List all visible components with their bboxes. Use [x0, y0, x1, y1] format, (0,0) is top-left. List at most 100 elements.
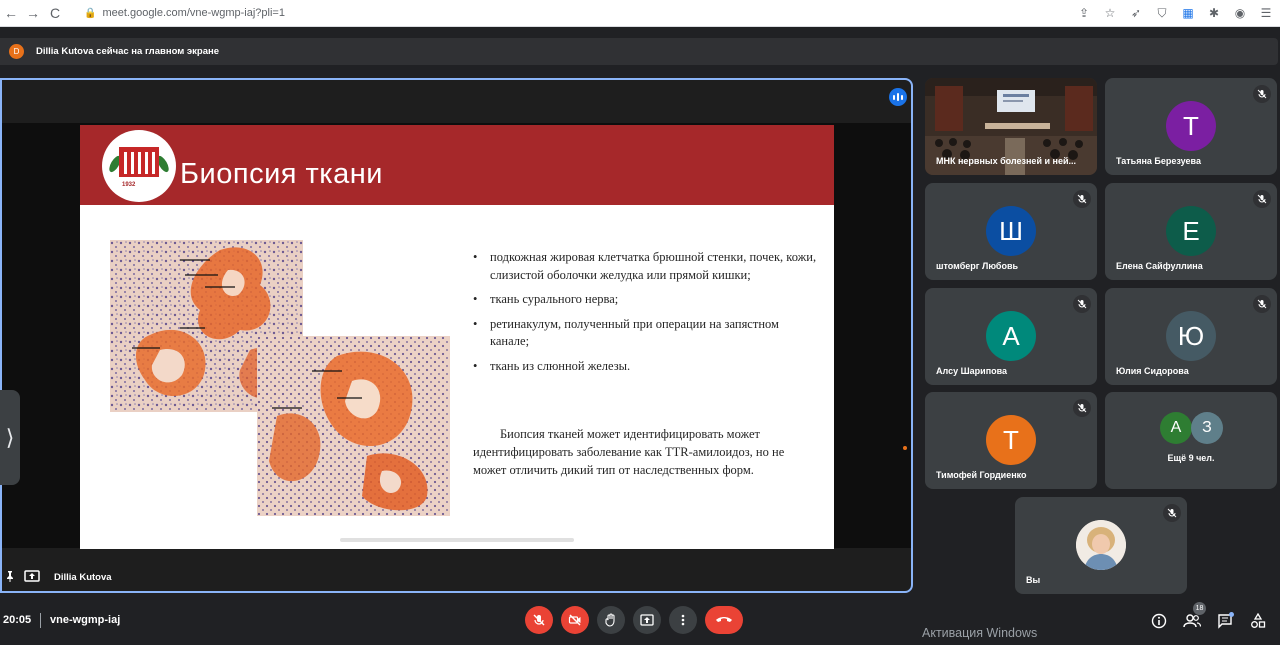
share-icon[interactable]: ⇪	[1076, 3, 1092, 23]
mic-muted-icon	[1073, 190, 1091, 208]
mic-muted-icon	[1253, 190, 1271, 208]
slide-title: Биопсия ткани	[180, 158, 383, 190]
info-icon	[1151, 613, 1167, 629]
slide-bullet-list: подкожная жировая клетчатка брюшной стен…	[473, 249, 818, 382]
slide-bullet: подкожная жировая клетчатка брюшной стен…	[473, 249, 818, 284]
seal-year: 1932	[122, 182, 136, 188]
slide-bullet: ретинакулум, полученный при операции на …	[473, 316, 818, 351]
participant-avatar: З	[1191, 412, 1223, 444]
participant-avatar: А	[986, 311, 1036, 361]
people-icon	[1183, 614, 1201, 628]
browser-extensions: ⇪ ☆ ➶ ⛉ ▦ ✱ ◉ ☰	[1076, 3, 1274, 23]
meeting-code: vne-wgmp-iaj	[50, 614, 121, 626]
browser-toolbar: ← → C 🔒 meet.google.com/vne-wgmp-iaj?pli…	[0, 0, 1280, 27]
meeting-details-button[interactable]	[1149, 611, 1169, 631]
participant-tile[interactable]: Ш штомберг Любовь	[925, 183, 1097, 280]
reload-icon: C	[49, 5, 61, 21]
meeting-time: 20:05	[3, 614, 32, 626]
participant-name: Елена Сайфуллина	[1116, 261, 1203, 271]
mic-muted-icon	[1253, 295, 1271, 313]
puzzle-extensions-icon[interactable]: ✱	[1206, 3, 1222, 23]
participant-name: штомберг Любовь	[936, 261, 1019, 271]
back-button[interactable]: ←	[0, 2, 22, 24]
url-text: meet.google.com/vne-wgmp-iaj?pli=1	[102, 7, 285, 19]
participant-tile[interactable]: Т Тимофей Гордиенко	[925, 392, 1097, 489]
mic-muted-icon	[1073, 399, 1091, 417]
speaking-dot	[903, 446, 907, 450]
university-seal-logo: 1932	[102, 130, 176, 202]
more-vert-icon	[681, 614, 685, 626]
present-now-button[interactable]	[633, 606, 661, 634]
participant-name: Вы	[1026, 575, 1041, 585]
rocket-extension-icon[interactable]: ➶	[1128, 3, 1144, 23]
present-screen-icon	[24, 570, 40, 585]
mic-muted-icon	[1253, 85, 1271, 103]
leave-call-button[interactable]	[705, 606, 743, 634]
camera-toggle-button[interactable]	[561, 606, 589, 634]
present-screen-icon	[640, 614, 654, 626]
slide: 1932 Биопсия ткани • подкожная жировая к…	[80, 125, 834, 549]
participant-name: МНК нервных болезней и ней...	[936, 156, 1076, 166]
participant-avatar: А	[1160, 412, 1192, 444]
audio-indicator-icon	[889, 88, 907, 106]
participant-tile[interactable]: А Алсу Шарипова	[925, 288, 1097, 385]
participant-avatar: Ю	[1166, 311, 1216, 361]
windows-activation-watermark: Активация Windows	[922, 626, 1038, 640]
address-bar[interactable]: 🔒 meet.google.com/vne-wgmp-iaj?pli=1	[84, 2, 285, 24]
participant-name: Юлия Сидорова	[1116, 366, 1189, 376]
divider	[40, 613, 41, 628]
micrograph-image-2	[257, 336, 450, 516]
translate-extension-icon[interactable]: ▦	[1180, 3, 1196, 23]
chat-button[interactable]	[1215, 611, 1235, 631]
participant-avatar: Т	[1166, 101, 1216, 151]
presenting-banner: D Dillia Kutova сейчас на главном экране	[0, 38, 1278, 65]
mic-muted-icon	[1163, 504, 1181, 522]
participant-name: Алсу Шарипова	[936, 366, 1008, 376]
activities-button[interactable]	[1248, 611, 1268, 631]
forward-button[interactable]: →	[22, 2, 44, 24]
presenting-text: Dillia Kutova сейчас на главном экране	[36, 46, 220, 57]
menu-icon[interactable]: ☰	[1258, 3, 1274, 23]
back-arrow-icon: ←	[4, 5, 18, 21]
reload-button[interactable]: C	[44, 2, 66, 24]
shield-extension-icon[interactable]: ⛉	[1154, 3, 1170, 23]
people-count-badge: 18	[1193, 602, 1206, 615]
mic-muted-icon	[1073, 295, 1091, 313]
expand-panel-chevron-icon[interactable]: ⟩	[0, 390, 20, 485]
activities-shapes-icon	[1251, 613, 1266, 628]
participant-tile[interactable]: Ю Юлия Сидорова	[1105, 288, 1277, 385]
participant-name: Тимофей Гордиенко	[936, 470, 1027, 480]
profile-icon[interactable]: ◉	[1232, 3, 1248, 23]
presenter-label: Dillia Kutova	[4, 570, 112, 585]
bookmark-star-icon[interactable]: ☆	[1102, 3, 1118, 23]
pin-icon[interactable]	[4, 570, 16, 585]
slide-bullet: ткань из слюнной железы.	[473, 358, 818, 376]
mic-off-icon	[533, 614, 545, 626]
more-participants-label: Ещё 9 чел.	[1167, 453, 1215, 463]
more-options-button[interactable]	[669, 606, 697, 634]
participant-avatar: Т	[986, 415, 1036, 465]
participant-tile[interactable]: Т Татьяна Березуева	[1105, 78, 1277, 175]
self-avatar-photo	[1076, 520, 1126, 570]
slide-paragraph: Биопсия тканей может идентифицировать мо…	[473, 427, 785, 477]
presenter-avatar: D	[9, 44, 24, 59]
participant-avatar: Е	[1166, 206, 1216, 256]
mic-toggle-button[interactable]	[525, 606, 553, 634]
participant-name: Татьяна Березуева	[1116, 156, 1201, 166]
more-participants-tile[interactable]: А З Ещё 9 чел.	[1105, 392, 1277, 489]
camera-off-icon	[568, 614, 581, 626]
raise-hand-button[interactable]	[597, 606, 625, 634]
presentation-tile[interactable]: 1932 Биопсия ткани • подкожная жировая к…	[0, 78, 913, 593]
participant-tile[interactable]: Е Елена Сайфуллина	[1105, 183, 1277, 280]
participant-tile[interactable]: МНК нервных болезней и ней...	[925, 78, 1097, 175]
hang-up-icon	[716, 617, 732, 622]
slide-header: 1932 Биопсия ткани	[80, 125, 834, 205]
slide-scrollbar[interactable]	[340, 538, 574, 542]
forward-arrow-icon: →	[26, 5, 40, 21]
presenter-name: Dillia Kutova	[54, 572, 112, 583]
lock-icon: 🔒	[84, 7, 97, 19]
meeting-controls-bar: 20:05 vne-wgmp-iaj	[0, 600, 1280, 645]
chat-notification-dot	[1229, 612, 1234, 617]
participant-avatar: Ш	[986, 206, 1036, 256]
self-tile[interactable]: Вы	[1015, 497, 1187, 594]
